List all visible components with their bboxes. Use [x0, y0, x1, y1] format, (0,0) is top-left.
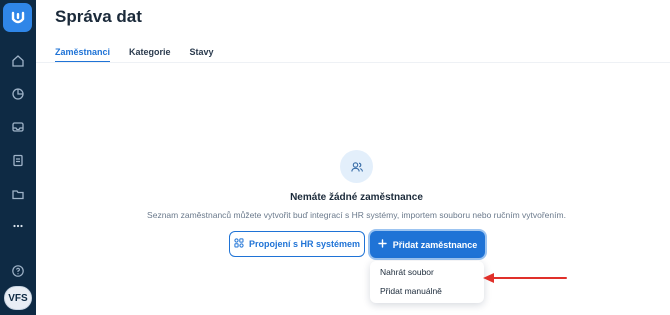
sidebar: VFS: [0, 0, 36, 315]
inbox-icon[interactable]: [8, 117, 28, 137]
home-icon[interactable]: [8, 51, 28, 71]
add-employee-dropdown: Nahrát soubor Přidat manuálně: [370, 261, 484, 303]
menu-item-add-manually[interactable]: Přidat manuálně: [380, 286, 442, 296]
divider: [36, 62, 670, 63]
more-icon[interactable]: [8, 216, 28, 236]
annotation-arrow-icon: [483, 273, 567, 283]
integration-icon: [234, 238, 244, 250]
help-icon[interactable]: [8, 261, 28, 281]
clipboard-icon[interactable]: [8, 150, 28, 170]
tab-zamestnanci[interactable]: Zaměstnanci: [55, 47, 111, 63]
tab-stavy[interactable]: Stavy: [190, 47, 214, 63]
add-employee-button[interactable]: Přidat zaměstnance: [370, 231, 485, 258]
users-icon: [340, 150, 373, 183]
tab-kategorie[interactable]: Kategorie: [129, 47, 171, 63]
connect-hr-label: Propojení s HR systémem: [248, 239, 361, 249]
empty-state-description: Seznam zaměstnanců můžete vytvořit buď i…: [147, 210, 566, 220]
chart-icon[interactable]: [8, 84, 28, 104]
logo-icon[interactable]: [3, 3, 32, 32]
tab-bar: Zaměstnanci Kategorie Stavy: [55, 47, 233, 63]
page-title: Správa dat: [55, 7, 142, 26]
add-employee-label: Přidat zaměstnance: [392, 239, 478, 250]
connect-hr-button[interactable]: Propojení s HR systémem: [229, 231, 365, 257]
avatar[interactable]: VFS: [4, 286, 32, 310]
menu-item-upload-file[interactable]: Nahrát soubor: [380, 267, 434, 277]
plus-icon: [378, 239, 387, 250]
folder-icon[interactable]: [8, 184, 28, 204]
empty-state-title: Nemáte žádné zaměstnance: [290, 192, 423, 203]
